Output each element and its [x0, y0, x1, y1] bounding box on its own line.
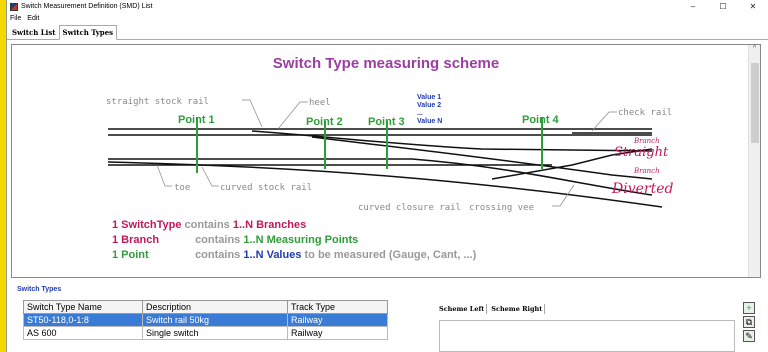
label-straight-stock-rail: straight stock rail	[106, 97, 209, 107]
table-row[interactable]: ST50-118,0-1:8 Switch rail 50kg Railway	[23, 313, 388, 327]
cell-name: ST50-118,0-1:8	[23, 313, 143, 327]
tab-scheme-right[interactable]: Scheme Right	[489, 304, 546, 314]
value-ellipsis: ...	[417, 110, 423, 117]
scheme-tabs: Scheme Left Scheme Right	[437, 304, 546, 314]
label-heel: heel	[309, 98, 331, 108]
menu-bar: File Edit	[7, 13, 768, 24]
scheme-title: Switch Type measuring scheme	[273, 55, 499, 72]
legend-3-tail: to be measured (Gauge, Cant, ...)	[304, 249, 477, 261]
maximize-button[interactable]: ☐	[708, 0, 738, 13]
point-1-label: Point 1	[178, 114, 215, 126]
scheme-preview-box	[439, 320, 735, 352]
cell-description: Single switch	[142, 326, 288, 340]
switch-blade-straight	[251, 130, 653, 152]
tab-switch-types[interactable]: Switch Types	[58, 25, 118, 40]
background: Switch Measurement Definition (SMD) List…	[0, 0, 768, 352]
menu-file[interactable]: File	[10, 15, 21, 22]
column-header-description[interactable]: Description	[142, 300, 288, 314]
label-toe: toe	[174, 183, 190, 193]
legend-3-subject: 1 Point	[112, 249, 149, 261]
rails	[107, 128, 663, 208]
add-icon[interactable]: +	[743, 302, 755, 314]
tab-bar: Switch List Switch Types	[7, 24, 768, 40]
legend-3-object: 1..N Values	[243, 249, 302, 261]
legend-2-object: 1..N Measuring Points	[243, 234, 359, 246]
table-row[interactable]: AS 600 Single switch Railway	[23, 326, 388, 340]
scroll-up-icon[interactable]: ^	[749, 45, 760, 55]
switch-types-table: Switch Type Name Description Track Type …	[23, 300, 388, 340]
label-curved-closure-rail: curved closure rail	[358, 203, 461, 213]
label-check-rail: check rail	[618, 108, 672, 118]
scroll-thumb[interactable]	[751, 63, 759, 143]
diverted-rail-1	[107, 161, 663, 208]
branch-diverted-label: Diverted	[611, 181, 674, 197]
menu-edit[interactable]: Edit	[27, 15, 39, 22]
point-4-label: Point 4	[522, 114, 560, 126]
legend-2-verb: contains	[195, 234, 241, 246]
point-2-label: Point 2	[306, 116, 343, 128]
cell-track-type: Railway	[287, 313, 388, 327]
value-2-label: Value 2	[417, 102, 441, 109]
tab-scheme-left[interactable]: Scheme Left	[437, 304, 488, 314]
legend-line-2: 1 Branch contains 1..N Measuring Points	[112, 234, 358, 246]
leader-check-rail	[591, 111, 617, 132]
value-1-label: Value 1	[417, 94, 441, 101]
column-header-track-type[interactable]: Track Type	[287, 300, 388, 314]
branch-straight-small: Branch	[633, 137, 660, 145]
legend-line-1: 1 SwitchType contains 1..N Branches	[112, 219, 306, 231]
column-header-name[interactable]: Switch Type Name	[23, 300, 143, 314]
cell-name: AS 600	[23, 326, 143, 340]
legend-1-object: 1..N Branches	[232, 219, 307, 231]
legend-1-subject: 1 SwitchType	[112, 219, 182, 231]
scheme-panel: Switch Type measuring scheme Point 1 Poi…	[11, 44, 761, 278]
leader-heel	[277, 101, 308, 130]
leader-toe	[156, 164, 172, 187]
branch-straight-label: Straight	[614, 145, 669, 160]
scheme-scrollbar[interactable]: ^	[748, 45, 760, 277]
leader-curved-stock-rail	[201, 166, 219, 187]
minimize-button[interactable]: –	[678, 0, 708, 13]
window-controls: – ☐ ✕	[678, 0, 768, 13]
value-n-label: Value N	[417, 118, 442, 125]
legend-3-verb: contains	[195, 249, 241, 261]
close-button[interactable]: ✕	[738, 0, 768, 13]
branch-diverted-small: Branch	[633, 167, 660, 175]
legend-2-subject: 1 Branch	[112, 234, 160, 246]
title-bar: Switch Measurement Definition (SMD) List	[7, 0, 768, 13]
switch-types-group: Switch Types Switch Type Name Descriptio…	[17, 286, 767, 352]
leader-straight-stock-rail	[242, 99, 263, 128]
point-3-label: Point 3	[368, 116, 405, 128]
legend-line-3: 1 Point contains 1..N Values to be measu…	[112, 249, 476, 261]
app-window: Switch Measurement Definition (SMD) List…	[6, 0, 768, 352]
cell-track-type: Railway	[287, 326, 388, 340]
cell-description: Switch rail 50kg	[142, 313, 288, 327]
copy-icon[interactable]: ⧉	[743, 316, 755, 328]
legend-1-verb: contains	[184, 219, 230, 231]
scheme-toolbar: + ⧉ ✎	[743, 302, 755, 342]
edit-icon[interactable]: ✎	[743, 330, 755, 342]
window-title: Switch Measurement Definition (SMD) List	[21, 3, 153, 10]
switch-types-group-title: Switch Types	[17, 286, 62, 293]
label-crossing-vee: crossing vee	[469, 203, 534, 213]
label-curved-stock-rail: curved stock rail	[220, 183, 312, 193]
app-icon	[10, 2, 18, 11]
tab-switch-list[interactable]: Switch List	[9, 26, 59, 39]
